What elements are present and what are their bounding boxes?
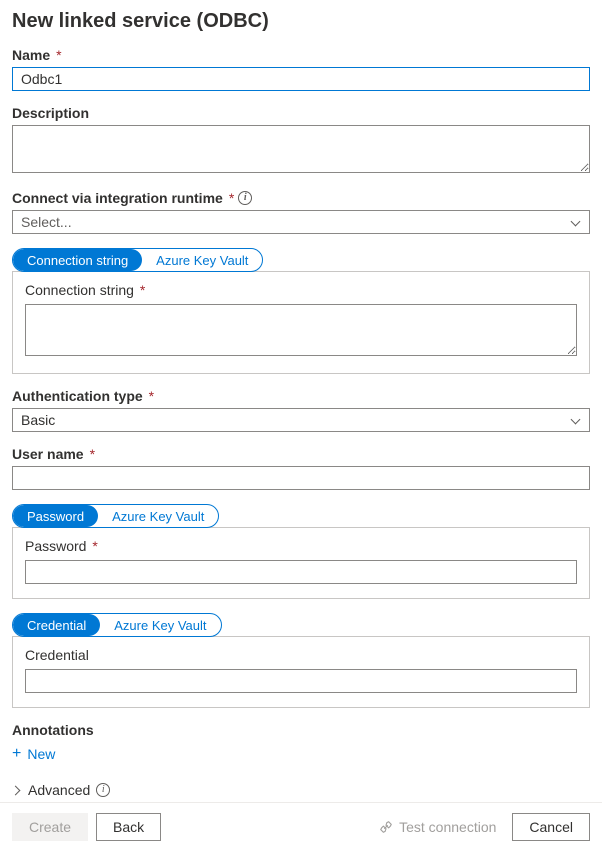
create-button: Create bbox=[12, 813, 88, 841]
plus-icon: + bbox=[12, 746, 21, 762]
tab-azure-key-vault[interactable]: Azure Key Vault bbox=[100, 614, 220, 636]
tab-azure-key-vault[interactable]: Azure Key Vault bbox=[142, 249, 262, 271]
auth-type-label: Authentication type * bbox=[12, 388, 590, 404]
tab-credential[interactable]: Credential bbox=[13, 614, 100, 636]
auth-type-select[interactable]: Basic bbox=[12, 408, 590, 432]
required-asterisk: * bbox=[92, 538, 97, 554]
name-label: Name * bbox=[12, 47, 590, 63]
tab-password[interactable]: Password bbox=[13, 505, 98, 527]
advanced-toggle[interactable]: Advanced i bbox=[12, 782, 110, 798]
credential-panel: Credential bbox=[12, 636, 590, 708]
cancel-button[interactable]: Cancel bbox=[512, 813, 590, 841]
chevron-right-icon bbox=[12, 785, 22, 795]
tab-connection-string[interactable]: Connection string bbox=[13, 249, 142, 271]
runtime-label: Connect via integration runtime * i bbox=[12, 190, 590, 206]
connection-icon bbox=[379, 820, 393, 834]
chevron-down-icon bbox=[571, 217, 581, 227]
footer: Create Back Test connection Cancel bbox=[0, 802, 602, 855]
connection-string-panel: Connection string * bbox=[12, 271, 590, 374]
description-label: Description bbox=[12, 105, 590, 121]
password-panel: Password * bbox=[12, 527, 590, 599]
test-connection-button: Test connection bbox=[371, 819, 504, 835]
credential-input[interactable] bbox=[25, 669, 577, 693]
tab-azure-key-vault[interactable]: Azure Key Vault bbox=[98, 505, 218, 527]
info-icon[interactable]: i bbox=[238, 191, 252, 205]
required-asterisk: * bbox=[229, 190, 234, 206]
credential-tabs: Credential Azure Key Vault bbox=[12, 613, 222, 637]
description-textarea[interactable] bbox=[12, 125, 590, 173]
required-asterisk: * bbox=[90, 446, 95, 462]
credential-panel-label: Credential bbox=[25, 647, 577, 663]
username-input[interactable] bbox=[12, 466, 590, 490]
password-panel-label: Password * bbox=[25, 538, 577, 554]
name-input[interactable] bbox=[12, 67, 590, 91]
annotations-new-button[interactable]: + New bbox=[12, 742, 55, 766]
page-title: New linked service (ODBC) bbox=[12, 10, 590, 33]
password-tabs: Password Azure Key Vault bbox=[12, 504, 219, 528]
required-asterisk: * bbox=[149, 388, 154, 404]
username-label: User name * bbox=[12, 446, 590, 462]
info-icon[interactable]: i bbox=[96, 783, 110, 797]
annotations-label: Annotations bbox=[12, 722, 590, 738]
back-button[interactable]: Back bbox=[96, 813, 161, 841]
password-input[interactable] bbox=[25, 560, 577, 584]
connection-string-textarea[interactable] bbox=[25, 304, 577, 356]
connection-string-panel-label: Connection string * bbox=[25, 282, 577, 298]
connection-string-tabs: Connection string Azure Key Vault bbox=[12, 248, 263, 272]
runtime-select[interactable]: Select... bbox=[12, 210, 590, 234]
required-asterisk: * bbox=[140, 282, 145, 298]
required-asterisk: * bbox=[56, 47, 61, 63]
chevron-down-icon bbox=[571, 415, 581, 425]
